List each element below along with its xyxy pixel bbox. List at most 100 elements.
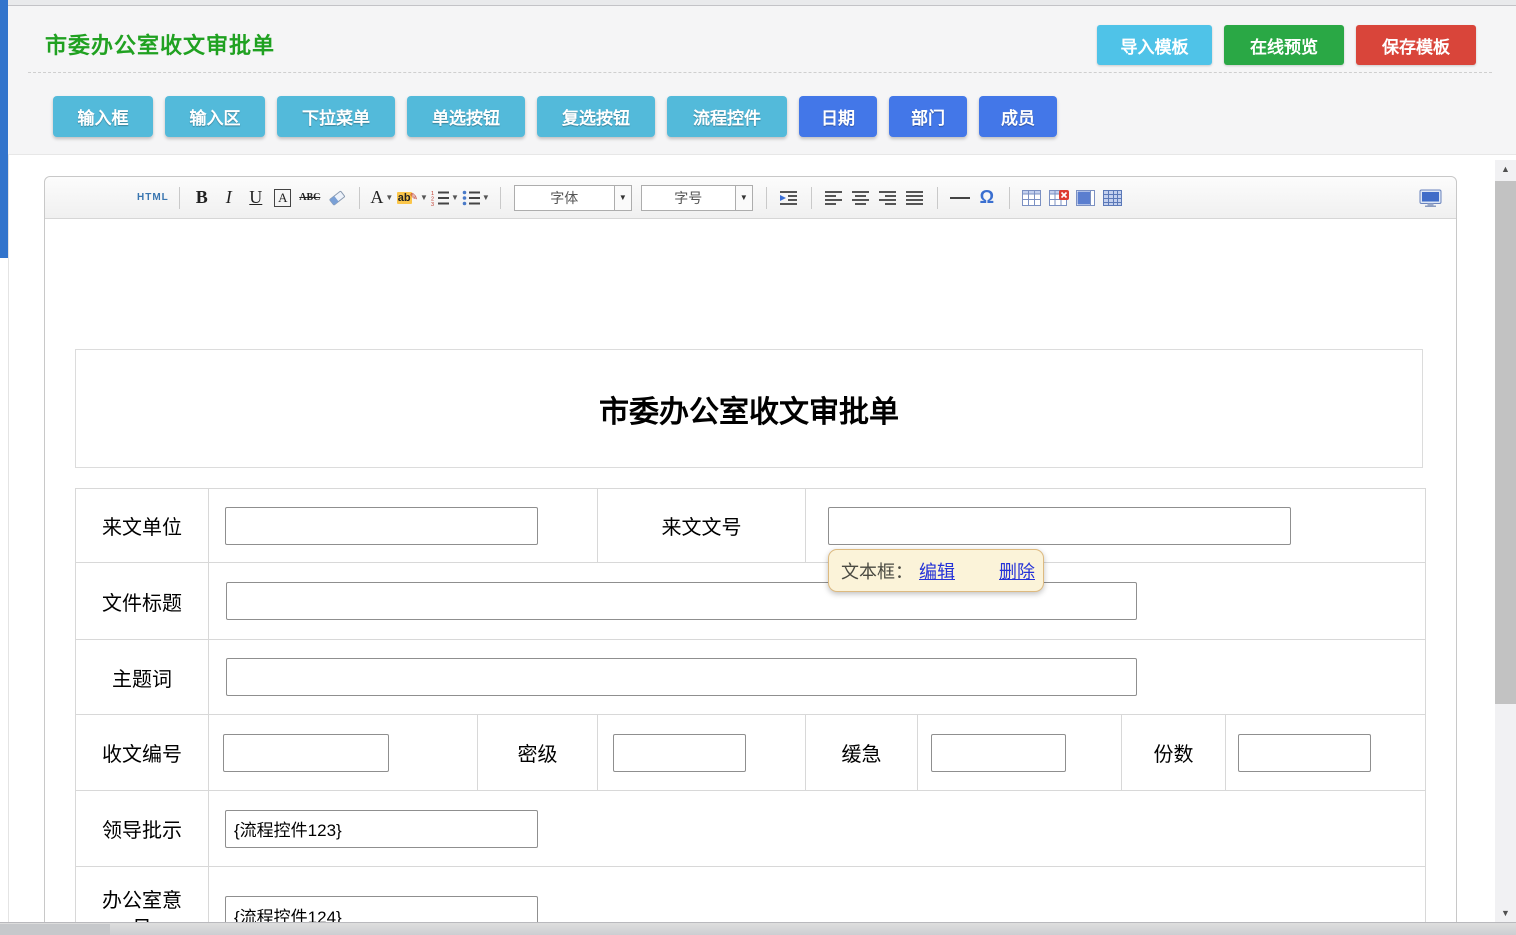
add-department-button[interactable]: 部门 [889,96,967,137]
fullscreen-button[interactable] [1418,184,1442,212]
panel-left-border [8,155,9,922]
table-row: 收文编号 密级 缓急 份数 [76,715,1426,791]
form-title-box: 市委办公室收文审批单 [75,349,1423,468]
font-color-a-icon: A [370,187,383,208]
toolbar-separator [359,187,360,209]
horizontal-scrollbar-thumb[interactable] [0,924,110,935]
doc-number-input[interactable] [828,507,1291,545]
cell-subject-input [209,640,1426,715]
unordered-list-button[interactable]: ▼ [462,184,490,212]
add-textarea-button[interactable]: 输入区 [165,96,265,137]
tooltip-delete-link[interactable]: 删除 [999,558,1035,584]
editor-toolbar: HTML B I U A ABC A▼ ab✎▼ 1 2 3 ▼ [45,177,1456,219]
eraser-icon [327,189,347,206]
html-source-icon[interactable]: HTML [137,192,169,203]
ordered-list-button[interactable]: 1 2 3 ▼ [431,184,459,212]
italic-button[interactable]: I [217,184,241,212]
indent-button[interactable] [777,184,801,212]
widget-tooltip: 文本框： 编辑 删除 [828,549,1044,592]
scroll-down-arrow[interactable]: ▼ [1495,904,1516,922]
toolbar-separator [1009,187,1010,209]
font-border-button[interactable]: A [271,184,295,212]
label-receipt-no: 收文编号 [76,715,209,791]
scrollbar-thumb[interactable] [1495,181,1516,704]
horizontal-rule-icon [950,197,970,199]
horizontal-rule-button[interactable] [948,184,972,212]
receipt-no-input[interactable] [223,734,389,772]
rich-text-editor: HTML B I U A ABC A▼ ab✎▼ 1 2 3 ▼ [44,176,1457,935]
strikethrough-button[interactable]: ABC [298,184,322,212]
editor-canvas[interactable]: 市委办公室收文审批单 来文单位 来文文号 文件标题 主 [45,219,1456,935]
horizontal-scrollbar[interactable] [0,922,1516,935]
align-center-icon [852,190,869,206]
import-template-button[interactable]: 导入模板 [1097,25,1212,65]
chevron-down-icon: ▼ [451,193,459,202]
font-size-select[interactable]: 字号 ▼ [641,185,753,211]
source-unit-input[interactable] [225,507,538,545]
copies-input[interactable] [1238,734,1371,772]
bold-button[interactable]: B [190,184,214,212]
subject-input[interactable] [226,658,1137,696]
add-radio-button[interactable]: 单选按钮 [407,96,525,137]
add-checkbox-button[interactable]: 复选按钮 [537,96,655,137]
font-family-select[interactable]: 字体 ▼ [514,185,632,211]
cell-leader-comment-input [209,791,1426,867]
toolbar-separator [811,187,812,209]
svg-text:3: 3 [431,202,434,206]
add-dropdown-button[interactable]: 下拉菜单 [277,96,395,137]
cell-doc-title-input [209,563,1426,640]
table-properties-button[interactable] [1101,184,1125,212]
font-family-value: 字体 [515,186,614,210]
insert-table-button[interactable] [1020,184,1044,212]
delete-table-button[interactable] [1047,184,1071,212]
special-character-button[interactable]: Ω [975,184,999,212]
page-title: 市委办公室收文审批单 [45,28,275,60]
chevron-down-icon: ▼ [420,193,428,202]
align-left-button[interactable] [822,184,846,212]
font-color-button[interactable]: A▼ [370,184,394,212]
online-preview-button[interactable]: 在线预览 [1224,25,1344,65]
leader-comment-input[interactable] [225,810,538,848]
unordered-list-icon [462,190,480,206]
table-row: 来文单位 来文文号 [76,489,1426,563]
toolbar-separator [179,187,180,209]
align-right-button[interactable] [876,184,900,212]
scroll-up-arrow[interactable]: ▲ [1495,160,1516,178]
align-center-button[interactable] [849,184,873,212]
label-source-unit: 来文单位 [76,489,209,563]
toolbar-separator [500,187,501,209]
add-member-button[interactable]: 成员 [979,96,1057,137]
add-input-box-button[interactable]: 输入框 [53,96,153,137]
form-table: 来文单位 来文文号 文件标题 主题词 收文编号 密级 [75,488,1426,935]
boxed-a-icon: A [274,189,291,207]
table-grid-icon [1103,190,1122,206]
pencil-icon: ✎ [410,192,418,203]
page-left-edge [0,0,8,258]
action-buttons: 导入模板 在线预览 保存模板 [1097,25,1476,65]
indent-icon [780,190,797,206]
ordered-list-icon: 1 2 3 [431,190,449,206]
tooltip-label: 文本框： [841,558,913,584]
table-row: 主题词 [76,640,1426,715]
header-divider [28,72,1492,73]
vertical-scrollbar[interactable]: ▲ ▼ [1495,160,1516,922]
tooltip-edit-link[interactable]: 编辑 [919,558,955,584]
label-doc-title: 文件标题 [76,563,209,640]
chevron-down-icon: ▼ [385,193,393,202]
label-subject: 主题词 [76,640,209,715]
add-date-button[interactable]: 日期 [799,96,877,137]
align-justify-button[interactable] [903,184,927,212]
highlight-color-button[interactable]: ab✎▼ [397,184,428,212]
table-cell-properties-button[interactable] [1074,184,1098,212]
format-eraser-button[interactable] [325,184,349,212]
underline-button[interactable]: U [244,184,268,212]
save-template-button[interactable]: 保存模板 [1356,25,1476,65]
cell-secrecy-input [598,715,806,791]
screen: 市委办公室收文审批单 导入模板 在线预览 保存模板 输入框 输入区 下拉菜单 单… [0,0,1516,935]
add-flow-control-button[interactable]: 流程控件 [667,96,787,137]
secrecy-input[interactable] [613,734,746,772]
urgency-input[interactable] [931,734,1066,772]
window-top-edge [0,0,1516,6]
font-size-value: 字号 [642,186,735,210]
label-doc-number: 来文文号 [598,489,806,563]
